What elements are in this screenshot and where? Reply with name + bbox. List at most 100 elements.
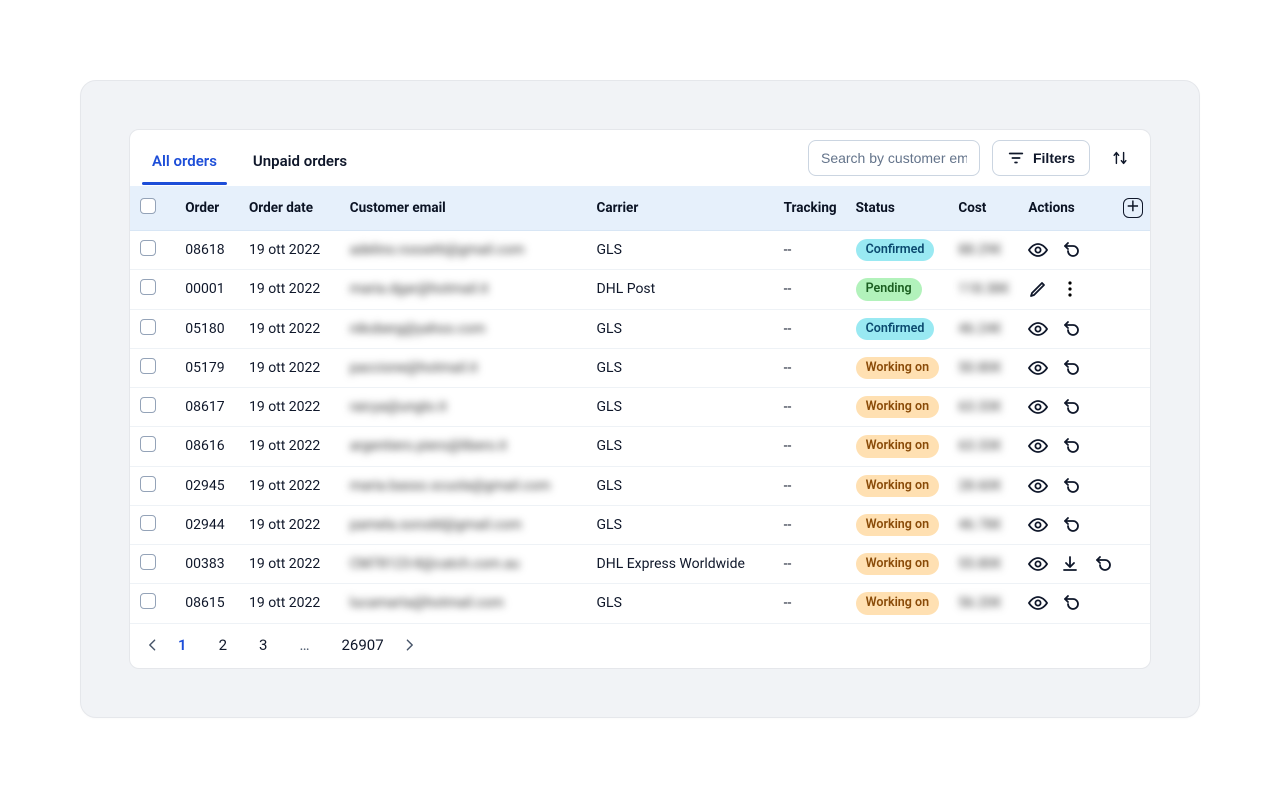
cell-email: CM78123-8@catch.com.au <box>340 545 587 584</box>
row-checkbox[interactable] <box>140 319 156 335</box>
page-prev[interactable] <box>144 636 162 654</box>
sort-button[interactable] <box>1102 140 1138 176</box>
cell-cost: 56.20€ <box>948 584 1018 623</box>
view-icon <box>1028 593 1048 613</box>
undo-icon <box>1060 397 1080 417</box>
orders-panel: All orders Unpaid orders Filters <box>129 129 1151 669</box>
view-action[interactable] <box>1028 240 1048 260</box>
table-row: 0000119 ott 2022maria.dgar@hotmail.itDHL… <box>130 270 1150 309</box>
undo-action[interactable] <box>1060 593 1080 613</box>
col-order-date[interactable]: Order date <box>239 186 340 231</box>
download-action[interactable] <box>1060 554 1080 574</box>
edit-icon <box>1028 279 1048 299</box>
cell-email: maria.dgar@hotmail.it <box>340 270 587 309</box>
col-status[interactable]: Status <box>846 186 949 231</box>
edit-action[interactable] <box>1028 279 1048 299</box>
row-checkbox[interactable] <box>140 358 156 374</box>
view-action[interactable] <box>1028 515 1048 535</box>
row-checkbox[interactable] <box>140 554 156 570</box>
col-order[interactable]: Order <box>175 186 239 231</box>
row-checkbox[interactable] <box>140 279 156 295</box>
cell-tracking: -- <box>774 309 846 348</box>
row-checkbox[interactable] <box>140 240 156 256</box>
undo-action[interactable] <box>1060 240 1080 260</box>
row-checkbox[interactable] <box>140 436 156 452</box>
view-icon <box>1028 240 1048 260</box>
view-action[interactable] <box>1028 358 1048 378</box>
row-checkbox[interactable] <box>140 476 156 492</box>
col-cost[interactable]: Cost <box>948 186 1018 231</box>
cell-order: 05180 <box>175 309 239 348</box>
view-icon <box>1028 397 1048 417</box>
cell-status: Working on <box>846 584 949 623</box>
view-action[interactable] <box>1028 476 1048 496</box>
page-next[interactable] <box>400 636 418 654</box>
view-action[interactable] <box>1028 319 1048 339</box>
menu-action[interactable] <box>1060 279 1080 299</box>
undo-icon <box>1060 240 1080 260</box>
cell-order: 00383 <box>175 545 239 584</box>
col-tracking[interactable]: Tracking <box>774 186 846 231</box>
cell-cost: 55.80€ <box>948 545 1018 584</box>
cell-date: 19 ott 2022 <box>239 270 340 309</box>
view-action[interactable] <box>1028 436 1048 456</box>
cell-date: 19 ott 2022 <box>239 427 340 466</box>
table-row: 0038319 ott 2022CM78123-8@catch.com.auDH… <box>130 545 1150 584</box>
cell-tracking: -- <box>774 427 846 466</box>
cell-email: nikoberg@yahoo.com <box>340 309 587 348</box>
cell-order: 08618 <box>175 231 239 270</box>
tab-all-orders[interactable]: All orders <box>148 142 221 184</box>
cell-date: 19 ott 2022 <box>239 584 340 623</box>
view-action[interactable] <box>1028 593 1048 613</box>
row-checkbox[interactable] <box>140 515 156 531</box>
row-actions <box>1028 319 1140 339</box>
cell-tracking: -- <box>774 388 846 427</box>
row-checkbox[interactable] <box>140 593 156 609</box>
page-1[interactable]: 1 <box>178 636 187 654</box>
view-icon <box>1028 476 1048 496</box>
undo-icon <box>1092 554 1112 574</box>
undo-action[interactable] <box>1060 397 1080 417</box>
view-action[interactable] <box>1028 397 1048 417</box>
undo-action[interactable] <box>1060 358 1080 378</box>
view-icon <box>1028 319 1048 339</box>
cell-status: Confirmed <box>846 309 949 348</box>
row-checkbox[interactable] <box>140 397 156 413</box>
undo-action[interactable] <box>1060 436 1080 456</box>
undo-action[interactable] <box>1060 515 1080 535</box>
cell-email: lucamarta@hotmail.com <box>340 584 587 623</box>
cell-cost: 28.60€ <box>948 466 1018 505</box>
cell-cost: 46.78€ <box>948 505 1018 544</box>
col-customer-email[interactable]: Customer email <box>340 186 587 231</box>
view-icon <box>1028 554 1048 574</box>
cell-status: Working on <box>846 545 949 584</box>
undo-icon <box>1060 358 1080 378</box>
add-column-button[interactable]: ＋ <box>1123 198 1143 218</box>
row-actions <box>1028 397 1140 417</box>
page-3[interactable]: 3 <box>259 636 267 654</box>
undo-icon <box>1060 515 1080 535</box>
page-ellipsis: … <box>299 636 309 654</box>
page-last[interactable]: 26907 <box>342 636 384 654</box>
cell-status: Working on <box>846 427 949 466</box>
more-icon <box>1060 279 1080 299</box>
search-input[interactable] <box>808 140 980 176</box>
undo-icon <box>1060 319 1080 339</box>
col-actions: Actions <box>1018 186 1113 231</box>
col-carrier[interactable]: Carrier <box>587 186 774 231</box>
cell-tracking: -- <box>774 545 846 584</box>
undo-action[interactable] <box>1092 554 1112 574</box>
undo-action[interactable] <box>1060 319 1080 339</box>
filters-button[interactable]: Filters <box>992 140 1090 176</box>
view-icon <box>1028 358 1048 378</box>
cell-carrier: DHL Express Worldwide <box>587 545 774 584</box>
page-2[interactable]: 2 <box>219 636 227 654</box>
table-row: 0861519 ott 2022lucamarta@hotmail.comGLS… <box>130 584 1150 623</box>
view-action[interactable] <box>1028 554 1048 574</box>
cell-email: paccione@hotmail.it <box>340 348 587 387</box>
cell-email: adelino.rossetti@gmail.com <box>340 231 587 270</box>
undo-action[interactable] <box>1060 476 1080 496</box>
tab-unpaid-orders[interactable]: Unpaid orders <box>249 142 351 184</box>
cell-cost: 50.80€ <box>948 348 1018 387</box>
select-all-checkbox[interactable] <box>140 198 156 214</box>
